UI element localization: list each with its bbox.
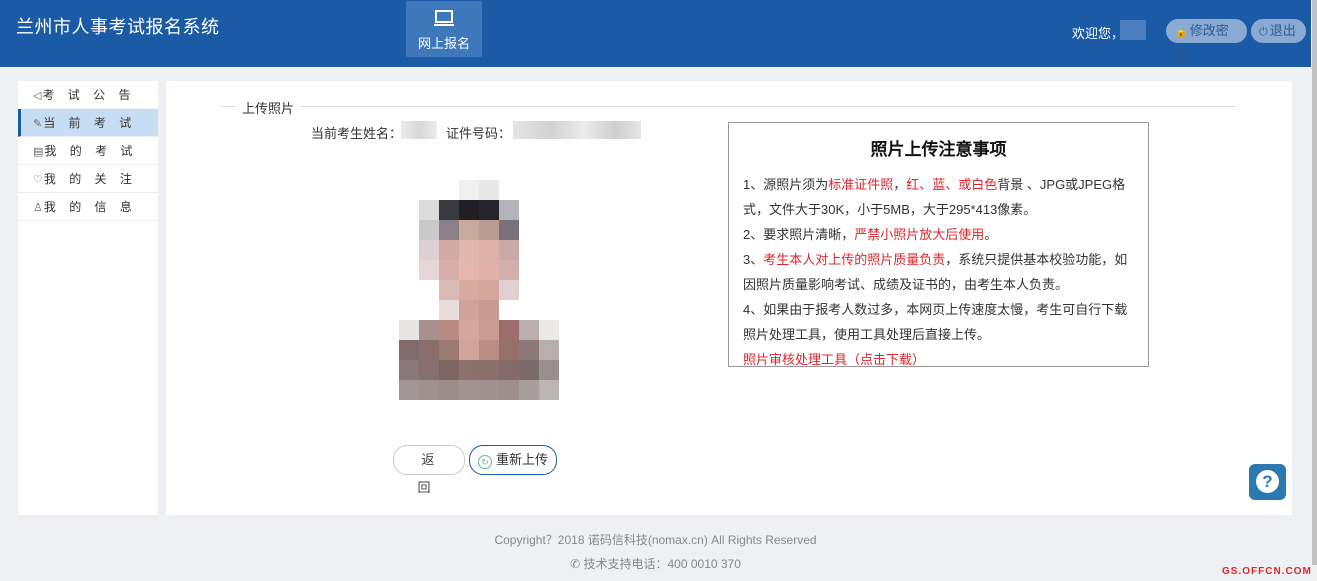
sidebar-item-label: 考 试 公 告 — [42, 88, 136, 102]
logout-label: 退出 — [1269, 23, 1296, 38]
notice-item-3: 3、考生本人对上传的照片质量负责，系统只提供基本校验功能，如因照片质量影响考试、… — [743, 247, 1134, 297]
logout-button[interactable]: ⏻ 退出 — [1251, 19, 1306, 43]
upload-notice-box: 照片上传注意事项 1、源照片须为标准证件照，红、蓝、或白色背景 、JPG或JPE… — [728, 122, 1149, 367]
nav-tab-label: 网上报名 — [417, 36, 470, 51]
nav-tab-online-registration[interactable]: 网上报名 — [406, 1, 482, 57]
notice-item-4: 4、如果由于报考人数过多，本网页上传速度太慢，考生可自行下载照片处理工具，使用工… — [743, 302, 1128, 342]
scrollbar-thumb[interactable] — [1312, 0, 1317, 565]
section-divider — [221, 106, 1236, 107]
back-button[interactable]: 返 回 — [393, 445, 465, 495]
notice-highlight: 严禁小照片放大后使用 — [854, 227, 985, 242]
sidebar-item-label: 我 的 考 试 — [44, 144, 138, 158]
main-panel: 上传照片 当前考生姓名： 证件号码： 返 回 ↻ 重新上传 照片上传注意事项 1… — [166, 81, 1292, 515]
help-button[interactable]: ? — [1249, 464, 1286, 500]
notice-text: ， — [893, 177, 907, 192]
top-header: 兰州市人事考试报名系统 网上报名 欢迎您， 🔒 修改密码 ⏻ 退出 — [0, 0, 1311, 67]
megaphone-icon: ◁ — [33, 90, 42, 102]
sidebar-item-my-exams[interactable]: ▤我 的 考 试 — [18, 137, 158, 165]
id-number-label: 证件号码： — [446, 126, 512, 141]
notice-title: 照片上传注意事项 — [870, 140, 1007, 159]
footer-copyright: Copyright？2018 诺码信科技(nomax.cn) All Right… — [494, 533, 817, 547]
reupload-button[interactable]: ↻ 重新上传 — [469, 445, 557, 475]
notice-text: 。 — [984, 227, 998, 242]
notice-body: 1、源照片须为标准证件照，红、蓝、或白色背景 、JPG或JPEG格式，文件大于3… — [729, 172, 1148, 372]
change-password-button[interactable]: 🔒 修改密码 — [1166, 19, 1247, 63]
id-number-masked — [513, 121, 641, 139]
welcome-text: 欢迎您， — [1072, 26, 1125, 41]
notice-text: 1、源照片须为 — [743, 177, 829, 192]
sidebar-item-exam-notice[interactable]: ◁考 试 公 告 — [18, 81, 158, 109]
notice-highlight: 红、蓝、或白色 — [906, 177, 998, 192]
lock-icon: 🔒 — [1174, 26, 1188, 38]
question-icon: ? — [1256, 470, 1279, 493]
heart-icon: ♡ — [33, 174, 43, 186]
refresh-icon: ↻ — [477, 455, 492, 469]
photo-tool-download-link[interactable]: 照片审核处理工具（点击下载） — [743, 347, 1134, 372]
support-text: 技术支持电话：400 0010 370 — [583, 557, 741, 571]
notice-highlight: 标准证件照 — [828, 177, 894, 192]
reupload-label: 重新上传 — [495, 452, 548, 467]
user-icon: ♙ — [33, 202, 43, 214]
notice-text: 2、要求照片清晰， — [743, 227, 855, 242]
notice-text: 3、 — [743, 252, 764, 267]
document-icon: ▤ — [33, 146, 44, 158]
sidebar: ◁考 试 公 告 ✎当 前 考 试 ▤我 的 考 试 ♡我 的 关 注 ♙我 的… — [18, 81, 158, 515]
sidebar-item-label: 我 的 关 注 — [43, 172, 137, 186]
phone-icon: ✆ — [570, 557, 584, 571]
footer-support-phone: ✆ 技术支持电话：400 0010 370 — [0, 555, 1311, 572]
section-title: 上传照片 — [236, 98, 301, 117]
sidebar-item-my-info[interactable]: ♙我 的 信 息 — [18, 193, 158, 221]
sidebar-item-my-follows[interactable]: ♡我 的 关 注 — [18, 165, 158, 193]
candidate-photo-pixelated — [399, 178, 559, 400]
candidate-name-label: 当前考生姓名： — [311, 126, 403, 141]
sidebar-item-label: 当 前 考 试 — [43, 116, 137, 130]
sidebar-item-current-exam[interactable]: ✎当 前 考 试 — [18, 109, 158, 137]
watermark-logo: GS.OFFCN.COM — [1222, 566, 1312, 577]
notice-item-1: 1、源照片须为标准证件照，红、蓝、或白色背景 、JPG或JPEG格式，文件大于3… — [743, 172, 1134, 222]
laptop-icon — [434, 10, 454, 26]
edit-icon: ✎ — [33, 118, 43, 130]
notice-item-2: 2、要求照片清晰，严禁小照片放大后使用。 — [743, 222, 1134, 247]
site-title: 兰州市人事考试报名系统 — [16, 17, 220, 37]
candidate-name-masked — [401, 121, 437, 139]
notice-highlight: 考生本人对上传的照片质量负责 — [763, 252, 946, 267]
username-masked — [1120, 20, 1146, 40]
sidebar-item-label: 我 的 信 息 — [43, 200, 137, 214]
power-icon: ⏻ — [1259, 26, 1268, 38]
